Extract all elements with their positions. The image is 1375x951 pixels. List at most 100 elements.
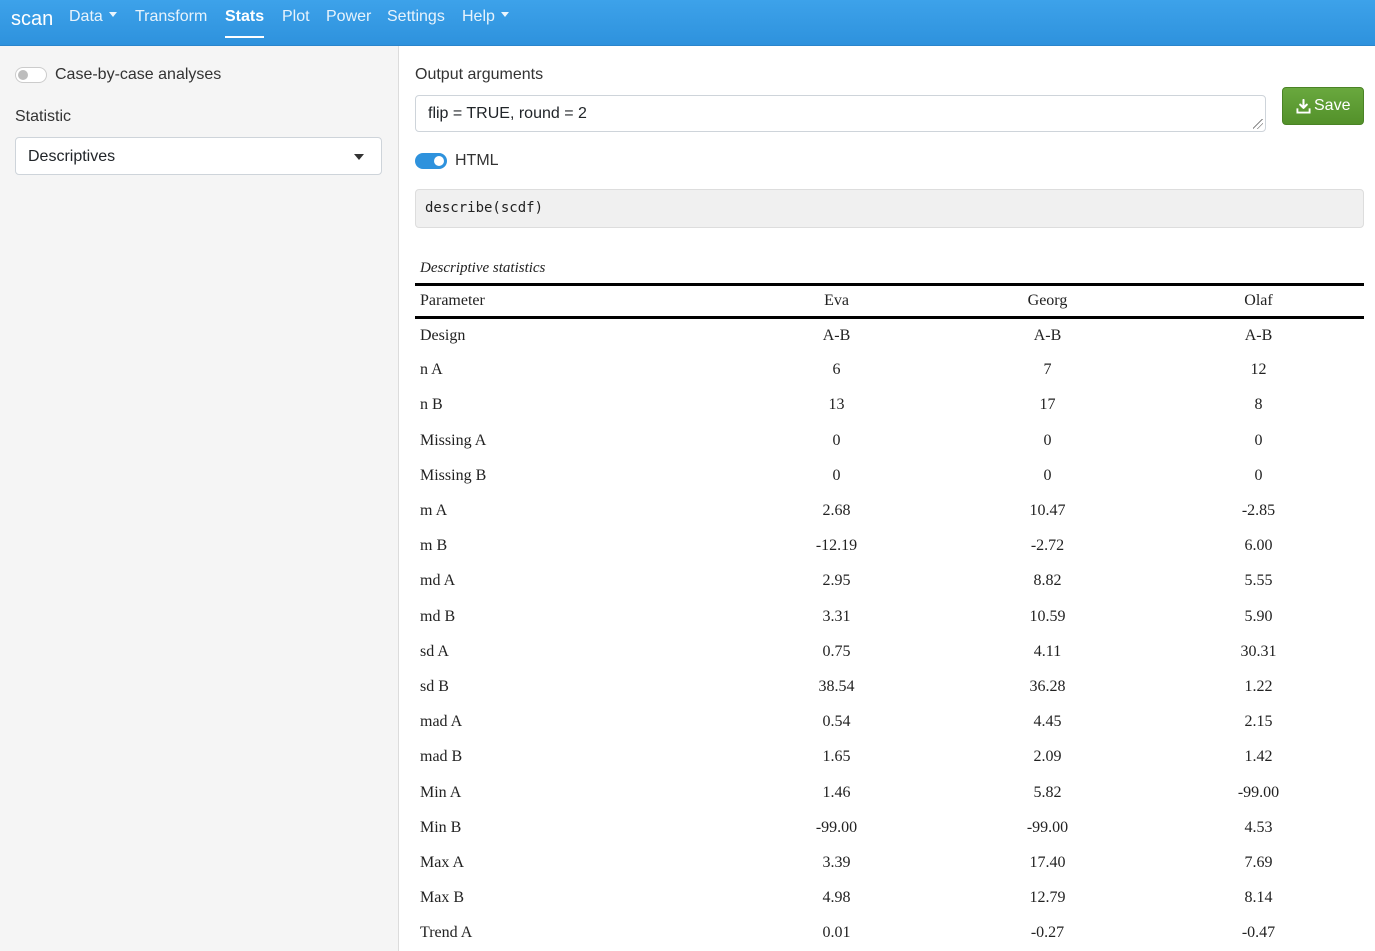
nav-data[interactable]: Data — [69, 7, 117, 37]
nav-plot[interactable]: Plot — [282, 7, 310, 37]
table-caption: Descriptive statistics — [420, 260, 546, 276]
table-cell: 0 — [1254, 431, 1263, 449]
row-parameter-cell: mad B — [420, 748, 463, 766]
table-cell: 0 — [1254, 466, 1263, 484]
table-row: n A 6 7 12 — [415, 353, 1364, 388]
top-navbar: scan Data Transform Stats Plot Power Set… — [0, 0, 1375, 46]
sidebar-panel: Case-by-case analyses Statistic Descript… — [0, 46, 399, 951]
row-parameter-cell: n B — [420, 396, 443, 414]
chevron-down-icon — [108, 12, 117, 18]
table-cell: 3.31 — [822, 607, 851, 625]
chevron-down-icon — [500, 12, 509, 18]
nav-transform[interactable]: Transform — [135, 7, 207, 37]
table-cell: 12.79 — [1029, 889, 1066, 907]
nav-settings[interactable]: Settings — [387, 7, 445, 37]
nav-power[interactable]: Power — [326, 7, 371, 37]
table-cell: A-B — [1033, 326, 1062, 344]
table-cell: -0.27 — [1030, 924, 1065, 942]
output-arguments-value: flip = TRUE, round = 2 — [428, 105, 587, 122]
column-header: Olaf — [1244, 292, 1273, 309]
column-header: Georg — [1027, 292, 1068, 309]
table-cell: -99.00 — [1026, 818, 1069, 836]
case-by-case-toggle[interactable] — [15, 67, 47, 83]
table-cell: 5.55 — [1244, 572, 1273, 590]
table-cell: 0 — [1043, 431, 1052, 449]
table-cell: 6.00 — [1244, 537, 1273, 555]
statistic-select[interactable]: Descriptives — [15, 137, 382, 175]
row-parameter-cell: Design — [420, 326, 466, 344]
table-cell: 6 — [832, 361, 841, 379]
table-cell: 0 — [832, 466, 841, 484]
table-cell: 1.42 — [1244, 748, 1273, 766]
table-cell: 7.69 — [1244, 853, 1273, 871]
table-cell: 17 — [1039, 396, 1056, 414]
table-row: Min A 1.46 5.82 -99.00 — [415, 775, 1364, 810]
table-cell: -99.00 — [815, 818, 858, 836]
statistic-select-value: Descriptives — [28, 148, 116, 165]
table-cell: -0.47 — [1241, 924, 1276, 942]
nav-stats[interactable]: Stats — [225, 7, 265, 38]
row-parameter-cell: Min A — [420, 783, 462, 801]
table-row: Max B 4.98 12.79 8.14 — [415, 881, 1364, 916]
statistic-label: Statistic — [15, 108, 72, 125]
table-cell: 0.75 — [822, 642, 851, 660]
table-row: m A 2.68 10.47 -2.85 — [415, 493, 1364, 528]
table-cell: -99.00 — [1237, 783, 1280, 801]
table-cell: 10.59 — [1029, 607, 1066, 625]
output-arguments-input[interactable]: flip = TRUE, round = 2 — [415, 95, 1266, 132]
nav-help[interactable]: Help — [462, 7, 509, 37]
table-cell: 5.90 — [1244, 607, 1273, 625]
table-cell: 17.40 — [1029, 853, 1066, 871]
table-cell: A-B — [822, 326, 851, 344]
save-button[interactable]: Save — [1282, 87, 1364, 125]
html-toggle-label: HTML — [455, 152, 499, 169]
table-cell: -2.85 — [1241, 502, 1276, 520]
table-cell: 30.31 — [1240, 642, 1277, 660]
row-parameter-cell: n A — [420, 361, 443, 379]
table-cell: 0 — [832, 431, 841, 449]
nav-transform-label: Transform — [135, 8, 208, 25]
app-brand[interactable]: scan — [11, 8, 53, 31]
table-cell: 2.95 — [822, 572, 851, 590]
table-cell: 8 — [1254, 396, 1263, 414]
table-cell: 2.15 — [1244, 713, 1273, 731]
table-row: md A 2.95 8.82 5.55 — [415, 564, 1364, 599]
row-parameter-cell: Missing A — [420, 431, 487, 449]
chevron-down-icon — [354, 154, 364, 160]
table-cell: 2.09 — [1033, 748, 1062, 766]
table-cell: 38.54 — [818, 677, 855, 695]
resize-handle-icon[interactable] — [1253, 119, 1263, 129]
row-parameter-cell: Max A — [420, 853, 464, 871]
row-parameter-cell: m A — [420, 502, 448, 520]
table-cell: 4.53 — [1244, 818, 1273, 836]
table-cell: 4.11 — [1033, 642, 1062, 660]
table-row: md B 3.31 10.59 5.90 — [415, 599, 1364, 634]
nav-help-label: Help — [462, 8, 495, 25]
table-row: n B 13 17 8 — [415, 388, 1364, 423]
table-row: m B -12.19 -2.72 6.00 — [415, 529, 1364, 564]
table-cell: 5.82 — [1033, 783, 1062, 801]
nav-power-label: Power — [326, 8, 372, 25]
table-cell: 4.45 — [1033, 713, 1062, 731]
save-button-label: Save — [1314, 97, 1351, 114]
table-row: Design A-B A-B A-B — [415, 318, 1364, 353]
table-row: Min B -99.00 -99.00 4.53 — [415, 810, 1364, 845]
table-cell: 1.65 — [822, 748, 851, 766]
table-cell: 36.28 — [1029, 677, 1066, 695]
row-parameter-cell: sd B — [420, 677, 449, 695]
row-parameter-cell: md B — [420, 607, 456, 625]
table-cell: 2.68 — [822, 502, 851, 520]
row-parameter-cell: mad A — [420, 713, 463, 731]
table-cell: 0.01 — [822, 924, 851, 942]
case-by-case-label: Case-by-case analyses — [55, 66, 222, 83]
table-cell: 10.47 — [1029, 502, 1066, 520]
column-header: Parameter — [420, 292, 485, 309]
download-icon — [1296, 99, 1311, 114]
table-cell: 1.22 — [1244, 677, 1273, 695]
row-parameter-cell: Trend A — [420, 924, 473, 942]
table-cell: 4.98 — [822, 889, 851, 907]
table-cell: 8.14 — [1244, 889, 1273, 907]
table-cell: -2.72 — [1030, 537, 1065, 555]
html-toggle[interactable] — [415, 153, 447, 169]
row-parameter-cell: sd A — [420, 642, 449, 660]
